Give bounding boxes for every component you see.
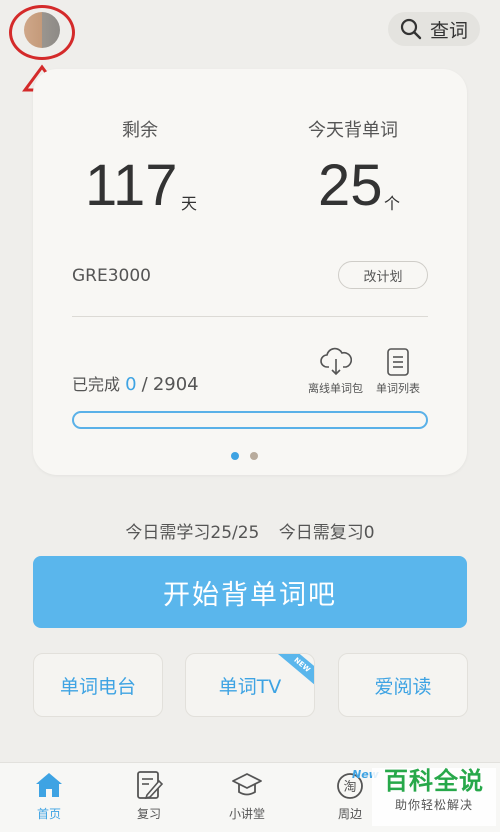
annotation-circle bbox=[9, 5, 75, 60]
love-reading-label: 爱阅读 bbox=[374, 675, 432, 698]
list-icon bbox=[387, 348, 409, 376]
graduation-cap-icon bbox=[232, 773, 262, 796]
remaining-unit: 天 bbox=[181, 194, 198, 213]
tab-lecture-label: 小讲堂 bbox=[229, 807, 266, 821]
offline-pack-label: 离线单词包 bbox=[308, 382, 363, 395]
watermark: 百科全说 助你轻松解决 bbox=[372, 768, 496, 826]
plan-card: 剩余 117 天 今天背单词 25 个 GRE3000 改计划 已完成 0 / … bbox=[33, 69, 467, 475]
word-tv-label: 单词TV bbox=[218, 675, 282, 698]
remaining-days: 117 bbox=[85, 153, 178, 218]
word-radio-button[interactable]: 单词电台 bbox=[33, 653, 163, 717]
watermark-title: 百科全说 bbox=[384, 767, 484, 795]
offline-pack-button[interactable]: 离线单词包 bbox=[308, 347, 363, 396]
progress-separator: / bbox=[141, 374, 148, 395]
watermark-subtitle: 助你轻松解决 bbox=[394, 798, 473, 813]
today-words-label: 今天背单词 bbox=[308, 120, 398, 141]
today-words-unit: 个 bbox=[384, 194, 401, 213]
remaining-label: 剩余 bbox=[122, 120, 158, 141]
page-dot[interactable] bbox=[250, 452, 258, 460]
search-icon bbox=[400, 18, 422, 40]
search-word-button[interactable]: 查词 bbox=[388, 12, 480, 46]
today-review-text: 今日需复习0 bbox=[278, 523, 375, 543]
cloud-download-icon bbox=[319, 347, 352, 376]
word-list-label: 单词列表 bbox=[376, 382, 420, 395]
tab-lecture[interactable]: 小讲堂 bbox=[229, 769, 265, 822]
review-icon bbox=[137, 771, 164, 800]
divider bbox=[72, 316, 428, 317]
total-count: 2904 bbox=[152, 374, 199, 395]
love-reading-button[interactable]: 爱阅读 bbox=[338, 653, 468, 717]
tab-review[interactable]: 复习 bbox=[133, 769, 165, 822]
today-learn-text: 今日需学习25/25 bbox=[125, 523, 260, 543]
change-plan-button[interactable]: 改计划 bbox=[338, 261, 428, 289]
completed-label: 已完成 bbox=[72, 375, 121, 394]
search-label: 查词 bbox=[429, 19, 468, 42]
svg-text:淘: 淘 bbox=[343, 780, 356, 795]
start-memorize-button[interactable]: 开始背单词吧 bbox=[33, 556, 467, 628]
word-tv-button[interactable]: 单词TV NEW bbox=[185, 653, 315, 717]
completed-count: 0 bbox=[125, 374, 137, 395]
progress-bar bbox=[72, 411, 428, 429]
today-summary: 今日需学习25/25 今日需复习0 bbox=[0, 518, 500, 543]
tab-home[interactable]: 首页 bbox=[33, 769, 65, 822]
today-words-count: 25 bbox=[318, 153, 383, 218]
tab-review-label: 复习 bbox=[136, 807, 161, 821]
home-icon bbox=[36, 773, 62, 797]
tab-home-label: 首页 bbox=[36, 807, 61, 821]
word-list-button[interactable]: 单词列表 bbox=[376, 347, 420, 396]
tab-merch-label: 周边 bbox=[337, 807, 362, 821]
word-book-name: GRE3000 bbox=[72, 266, 151, 286]
word-radio-label: 单词电台 bbox=[59, 675, 136, 698]
progress-text: 已完成 0 / 2904 bbox=[72, 371, 199, 395]
page-dot-active[interactable] bbox=[231, 452, 239, 460]
